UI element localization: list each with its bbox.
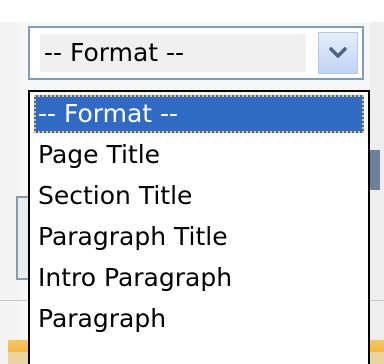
- page-background-right: [370, 22, 384, 364]
- format-select-value: -- Format --: [40, 34, 306, 72]
- option-paragraph-title[interactable]: Paragraph Title: [34, 218, 364, 256]
- dropdown-arrow-button[interactable]: [318, 32, 358, 74]
- option-intro-paragraph[interactable]: Intro Paragraph: [34, 259, 364, 297]
- option-page-title[interactable]: Page Title: [34, 136, 364, 174]
- option-paragraph[interactable]: Paragraph: [34, 300, 364, 338]
- chevron-down-icon: [329, 47, 347, 58]
- option-section-title[interactable]: Section Title: [34, 177, 364, 215]
- page-background: [0, 0, 384, 22]
- page-background-left: [0, 22, 20, 364]
- format-dropdown-list: -- Format -- Page Title Section Title Pa…: [28, 90, 370, 364]
- option-format-placeholder[interactable]: -- Format --: [34, 95, 364, 133]
- background-panel-edge: [16, 196, 28, 280]
- format-select[interactable]: -- Format --: [28, 26, 364, 80]
- format-select-screen: -- Format -- -- Format -- Page Title Sec…: [0, 0, 384, 364]
